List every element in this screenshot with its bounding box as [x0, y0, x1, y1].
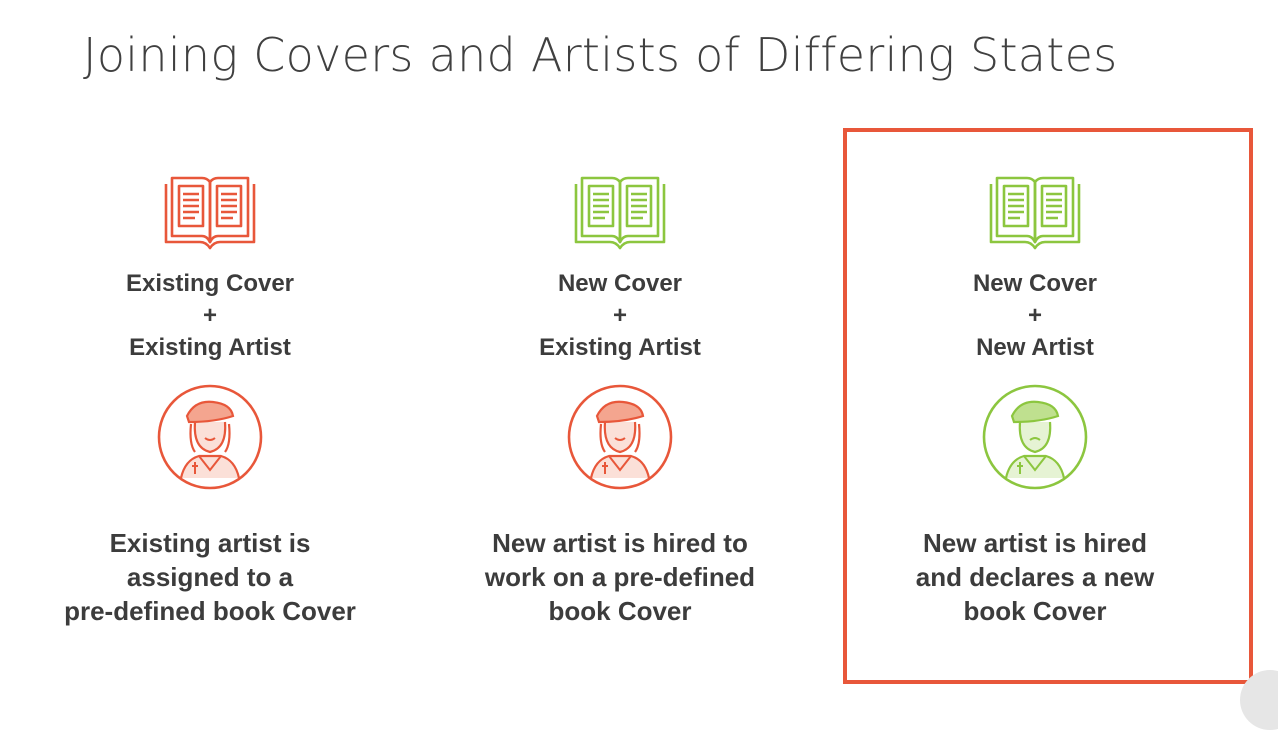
cover-label: Existing Cover: [125, 270, 295, 297]
slide-title: Joining Covers and Artists of Differing …: [83, 28, 1118, 82]
artist-icon: [567, 384, 673, 490]
artist-label: New Artist: [976, 334, 1094, 361]
description: New artist is hired and declares a new b…: [845, 526, 1225, 628]
book-icon: [164, 176, 256, 250]
description-line: pre-defined book Cover: [64, 596, 356, 626]
artist-label: Existing Artist: [129, 334, 291, 361]
cover-label: New Cover: [557, 270, 683, 297]
cover-label: New Cover: [972, 270, 1098, 297]
book-icon: [989, 176, 1081, 250]
plus-sign: +: [202, 302, 217, 329]
description-line: book Cover: [963, 596, 1107, 626]
description-line: book Cover: [548, 596, 692, 626]
artist-icon: [157, 384, 263, 490]
column-new-cover-new-artist: New Cover + New Artist New artist is hir…: [845, 172, 1225, 628]
book-icon: [574, 176, 666, 250]
state-label: Existing Cover + Existing Artist: [20, 268, 400, 364]
description-line: New artist is hired to: [492, 528, 748, 558]
description: New artist is hired to work on a pre-def…: [430, 526, 810, 628]
description-line: and declares a new: [915, 562, 1155, 592]
column-existing-cover-existing-artist: Existing Cover + Existing Artist Existin…: [20, 172, 400, 628]
description-line: work on a pre-defined: [484, 562, 756, 592]
artist-icon: [982, 384, 1088, 490]
plus-sign: +: [612, 302, 627, 329]
state-label: New Cover + Existing Artist: [430, 268, 810, 364]
description-line: New artist is hired: [923, 528, 1147, 558]
state-label: New Cover + New Artist: [845, 268, 1225, 364]
description: Existing artist is assigned to a pre-def…: [20, 526, 400, 628]
artist-label: Existing Artist: [539, 334, 701, 361]
description-line: assigned to a: [126, 562, 294, 592]
column-new-cover-existing-artist: New Cover + Existing Artist New artist i…: [430, 172, 810, 628]
plus-sign: +: [1027, 302, 1042, 329]
description-line: Existing artist is: [109, 528, 311, 558]
